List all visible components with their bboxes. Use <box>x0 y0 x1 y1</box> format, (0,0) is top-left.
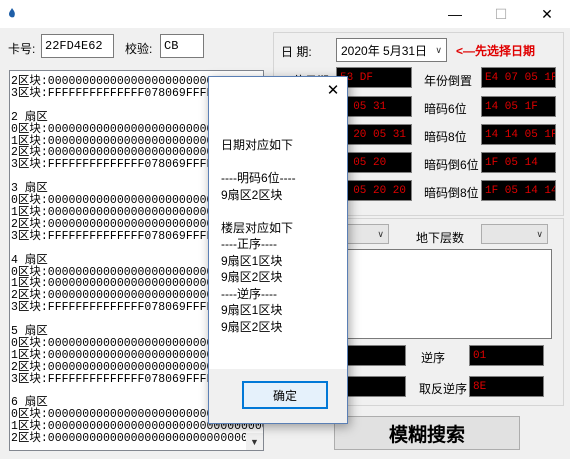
year-rev-label: 年份倒置 <box>424 74 473 88</box>
close-button[interactable]: ✕ <box>524 0 570 28</box>
floor-select[interactable]: ∨ <box>341 224 389 244</box>
hidden-rev6-display: 1F 05 14 <box>481 152 556 173</box>
forward-order-display <box>341 345 406 366</box>
scroll-down-icon[interactable]: ▼ <box>246 433 263 450</box>
dialog-message: 日期对应如下 ----明码6位---- 9扇区2区块 楼层对应如下 ----正序… <box>221 138 296 334</box>
reverse-display: 01 <box>469 345 544 366</box>
maximize-button[interactable]: ☐ <box>478 0 524 28</box>
hidden6-display: 14 05 1F <box>481 96 556 117</box>
date-picker[interactable]: 2020年 5月31日 ∨ <box>336 38 447 62</box>
date-label: 日 期: <box>281 45 312 59</box>
hidden-rev6-label: 暗码倒6位 <box>424 158 479 172</box>
ok-button[interactable]: 确定 <box>242 381 328 409</box>
basement-select[interactable]: ∨ <box>481 224 548 244</box>
fuzzy-search-button[interactable]: 模糊搜索 <box>334 416 520 450</box>
card-no-field[interactable]: 22FD4E62 <box>41 34 114 58</box>
checksum-label: 校验: <box>125 42 153 56</box>
app-icon <box>9 8 15 18</box>
reverse-label: 逆序 <box>421 351 446 365</box>
minimize-button[interactable]: — <box>432 0 478 28</box>
hidden8-display: 14 14 05 1F <box>481 124 556 145</box>
chevron-down-icon: ∨ <box>435 44 442 55</box>
chevron-down-icon: ∨ <box>536 228 543 239</box>
dialog-close-icon[interactable]: ✕ <box>325 83 341 99</box>
checksum-field[interactable]: CB <box>160 34 204 58</box>
date-picker-value: 2020年 5月31日 <box>341 43 428 58</box>
date-hint: <—先选择日期 <box>456 44 536 58</box>
hidden-rev8-display: 1F 05 14 14 <box>481 180 556 201</box>
dialog-footer: 确定 <box>209 369 347 423</box>
inverted-display <box>341 376 406 397</box>
hidden6-label: 暗码6位 <box>424 102 467 116</box>
rev-reverse-label: 取反逆序 <box>419 382 468 396</box>
hidden8-label: 暗码8位 <box>424 130 467 144</box>
message-dialog: ✕ 日期对应如下 ----明码6位---- 9扇区2区块 楼层对应如下 ----… <box>208 76 348 424</box>
floor-list[interactable] <box>341 249 552 339</box>
basement-label: 地下层数 <box>416 231 465 245</box>
rev-reverse-display: 8E <box>469 376 544 397</box>
chevron-down-icon: ∨ <box>377 228 384 239</box>
card-no-label: 卡号: <box>8 42 36 56</box>
hidden-rev8-label: 暗码倒8位 <box>424 186 479 200</box>
year-rev-display: E4 07 05 1F <box>481 67 556 88</box>
block-line: 2区块:00000000000000000000000000000000 <box>11 432 264 446</box>
